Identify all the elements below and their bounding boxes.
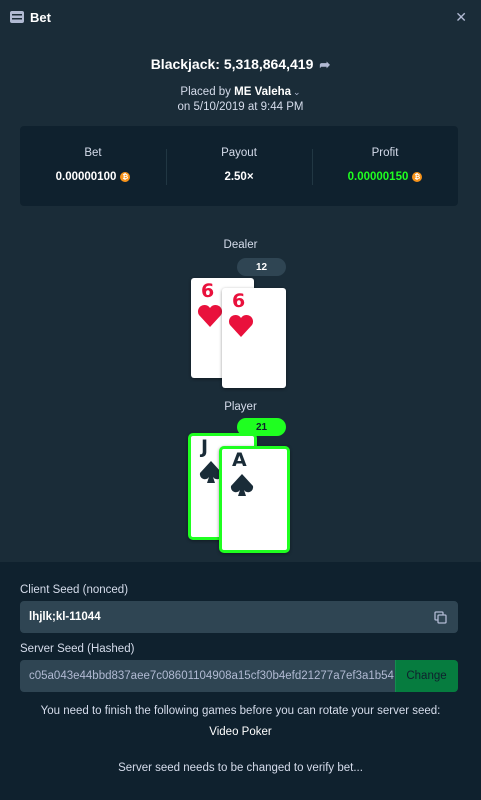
chevron-down-icon[interactable]: ⌄ [293, 87, 301, 97]
profit-value: 0.00000150 ₿ [348, 171, 423, 183]
client-seed-field[interactable]: lhjlk;kl-11044 [20, 601, 458, 633]
card-rank: 6 [201, 280, 215, 302]
spade-icon [230, 474, 254, 496]
close-icon[interactable]: ✕ [455, 9, 467, 26]
server-seed-value: c05a043e44bbd837aee7c08601104908a15cf30b… [29, 670, 394, 682]
bitcoin-icon: ₿ [120, 172, 131, 182]
payout-label: Payout [221, 147, 257, 159]
card-rank: A [232, 449, 247, 471]
bet-summary: Bet 0.00000100 ₿ Payout 2.50× Profit 0.00… [20, 126, 458, 206]
heart-icon [228, 314, 254, 337]
card-rank: 6 [232, 290, 246, 312]
card-rank: J [201, 436, 209, 458]
bet-icon [10, 11, 24, 23]
username-link[interactable]: ME Valeha [234, 86, 291, 98]
dealer-label: Dealer [223, 239, 258, 251]
bet-value: 0.00000100 ₿ [56, 171, 131, 183]
game-title: Blackjack: 5,318,864,419 ➦ [0, 56, 481, 73]
bitcoin-icon: ₿ [412, 172, 423, 182]
modal-header: Bet ✕ [0, 0, 481, 34]
payout-value: 2.50× [224, 171, 254, 183]
pending-game: Video Poker [209, 726, 272, 738]
bet-date: on 5/10/2019 at 9:44 PM [177, 101, 304, 113]
player-score-badge: 21 [237, 418, 286, 436]
bet-column: Bet 0.00000100 ₿ [20, 147, 166, 185]
modal-title: Bet [30, 9, 51, 25]
change-seed-button[interactable]: Change [395, 660, 458, 692]
profit-column: Profit 0.00000150 ₿ [312, 147, 458, 185]
share-icon[interactable]: ➦ [319, 57, 330, 73]
client-seed-label: Client Seed (nonced) [20, 584, 129, 596]
payout-column: Payout 2.50× [166, 147, 312, 185]
game-title-text: Blackjack: 5,318,864,419 [150, 56, 314, 72]
dealer-score-badge: 12 [237, 258, 286, 276]
placed-by: Placed by ME Valeha ⌄ [0, 86, 481, 98]
rotate-seed-note: You need to finish the following games b… [40, 705, 441, 717]
profit-label: Profit [371, 147, 399, 159]
placed-prefix: Placed by [180, 86, 231, 98]
server-seed-field[interactable]: c05a043e44bbd837aee7c08601104908a15cf30b… [20, 660, 396, 692]
heart-icon [197, 304, 223, 327]
player-card-2: A [219, 446, 290, 553]
player-label: Player [224, 401, 257, 413]
copy-icon[interactable] [434, 611, 447, 624]
server-seed-label: Server Seed (Hashed) [20, 643, 135, 655]
client-seed-value: lhjlk;kl-11044 [29, 611, 101, 623]
verify-note: Server seed needs to be changed to verif… [118, 762, 363, 774]
dealer-card-2: 6 [222, 288, 286, 388]
bet-label: Bet [84, 147, 102, 159]
